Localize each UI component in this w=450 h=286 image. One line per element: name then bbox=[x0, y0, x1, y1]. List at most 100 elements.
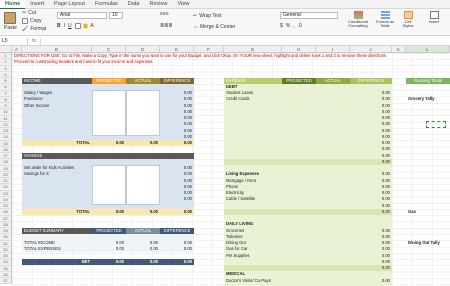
income-projected-input[interactable] bbox=[92, 90, 126, 136]
decimal-icon[interactable]: .0 bbox=[298, 23, 302, 29]
name-box[interactable]: L5 bbox=[0, 37, 28, 45]
clipboard-icon bbox=[4, 12, 17, 24]
tab-insert[interactable]: Insert bbox=[25, 0, 49, 9]
merge-icon: ⇔ bbox=[193, 24, 198, 30]
font-style-group: BIU ▆ A bbox=[57, 23, 94, 29]
expense-difference-value: 0.00 bbox=[381, 159, 390, 164]
formula-bar: L5 fx bbox=[0, 37, 450, 46]
expense-difference-value: 0.00 bbox=[381, 209, 390, 214]
total-actual: 0.00 bbox=[149, 209, 158, 214]
tally-label: Gas bbox=[408, 209, 416, 214]
tab-view[interactable]: View bbox=[173, 0, 195, 9]
wrap-text-button[interactable]: ↵ Wrap Text bbox=[193, 13, 222, 19]
expense-difference-value: 0.00 bbox=[381, 278, 390, 283]
insert-cells-button[interactable]: Insert bbox=[424, 11, 444, 24]
tab-formulas[interactable]: Formulas bbox=[90, 0, 123, 9]
comma-icon[interactable]: , bbox=[293, 23, 294, 29]
formula-input[interactable] bbox=[39, 37, 450, 45]
running-totals-header: Running Totals bbox=[406, 78, 450, 84]
column-header[interactable]: K bbox=[392, 46, 406, 53]
column-header[interactable]: B bbox=[22, 46, 92, 53]
column-header-selected[interactable]: L bbox=[406, 46, 450, 53]
income-actual-input[interactable] bbox=[126, 90, 160, 136]
wrap-icon: ↵ bbox=[193, 13, 198, 19]
conditional-formatting-button[interactable]: Conditional Formatting bbox=[346, 11, 370, 28]
net-value: 0.00 bbox=[183, 259, 192, 264]
conditional-icon bbox=[353, 11, 363, 19]
total-label: TOTAL bbox=[76, 140, 90, 145]
net-value: 0.00 bbox=[115, 259, 124, 264]
column-header[interactable]: F bbox=[194, 46, 224, 53]
number-format-group: $%, .0 bbox=[280, 23, 302, 29]
styles-icon bbox=[403, 11, 413, 19]
summary-value: 0.00 bbox=[149, 246, 158, 251]
column-header[interactable]: G bbox=[224, 46, 282, 53]
format-painter-button[interactable]: 🖌 Format bbox=[22, 26, 46, 32]
align-lines-icon[interactable]: ≡≡≡ bbox=[160, 11, 169, 17]
expense-label: Doctor's Visits/ Co-Pays bbox=[226, 278, 271, 283]
category-label: MEDICAL bbox=[226, 271, 246, 276]
fill-color-icon[interactable]: ▆ bbox=[84, 23, 88, 29]
ribbon-tabs: Home Insert Page Layout Formulas Data Re… bbox=[0, 0, 450, 9]
expense-label: Gas for Car bbox=[226, 246, 248, 251]
font-select[interactable]: Arial bbox=[57, 12, 107, 19]
column-header[interactable]: E bbox=[160, 46, 194, 53]
category-label: DAILY LIVING bbox=[226, 221, 254, 226]
scissors-icon: ✂ bbox=[22, 10, 27, 16]
total-label: TOTAL bbox=[76, 209, 90, 214]
tally-label: Dining Out Tally bbox=[408, 240, 440, 245]
column-header[interactable]: H bbox=[282, 46, 316, 53]
expense-difference-value: 0.00 bbox=[381, 196, 390, 201]
format-as-table-button[interactable]: Format as Table bbox=[374, 11, 396, 28]
net-label: NET bbox=[81, 259, 90, 264]
tab-data[interactable]: Data bbox=[123, 0, 145, 9]
percent-icon[interactable]: % bbox=[286, 23, 290, 29]
font-size-select[interactable]: 10 bbox=[109, 12, 123, 19]
column-header[interactable]: A bbox=[12, 46, 22, 53]
italic-button[interactable]: I bbox=[64, 23, 65, 29]
summary-value: 0.00 bbox=[183, 246, 192, 251]
tab-review[interactable]: Review bbox=[144, 0, 172, 9]
net-value: 0.00 bbox=[149, 259, 158, 264]
brush-icon: 🖌 bbox=[22, 26, 29, 32]
align-top-group: ≡≡≡ bbox=[160, 11, 169, 17]
table-icon bbox=[380, 11, 390, 19]
merge-center-button[interactable]: ⇔ Merge & Center bbox=[193, 24, 235, 30]
paste-button[interactable]: Paste bbox=[4, 12, 17, 31]
summary-label: TOTAL EXPENSES bbox=[24, 246, 61, 251]
copy-button[interactable]: Copy bbox=[22, 18, 42, 24]
cut-button[interactable]: ✂ Cut bbox=[22, 10, 36, 16]
column-header[interactable]: I bbox=[316, 46, 350, 53]
row-header[interactable]: 37 bbox=[0, 278, 12, 285]
savings-actual-input[interactable] bbox=[126, 165, 160, 205]
difference-value: 0.00 bbox=[183, 96, 192, 101]
selected-cell[interactable] bbox=[426, 121, 446, 128]
expense-label: Pet Supplies bbox=[226, 253, 250, 258]
expense-difference-value: 0.00 bbox=[381, 96, 390, 101]
select-all-corner[interactable] bbox=[0, 46, 12, 53]
summary-value: 0.00 bbox=[115, 246, 124, 251]
column-header[interactable]: D bbox=[126, 46, 160, 53]
cell-styles-button[interactable]: Cell Styles bbox=[399, 11, 417, 28]
savings-label: Savings for X bbox=[24, 171, 49, 176]
currency-icon[interactable]: $ bbox=[280, 23, 283, 29]
bold-button[interactable]: B bbox=[57, 23, 61, 29]
align-bottom-group: ≣≣≣ bbox=[160, 23, 173, 29]
align-center-icon[interactable]: ≣≣≣ bbox=[160, 23, 173, 29]
expense-label: Cable / Satellite bbox=[226, 196, 256, 201]
total-projected: 0.00 bbox=[115, 209, 124, 214]
expense-difference-value: 0.00 bbox=[381, 246, 390, 251]
font-color-icon[interactable]: A bbox=[91, 23, 94, 29]
savings-projected-input[interactable] bbox=[92, 165, 126, 205]
tab-page-layout[interactable]: Page Layout bbox=[49, 0, 90, 9]
tab-home[interactable]: Home bbox=[0, 0, 26, 9]
fx-label: fx bbox=[32, 38, 36, 44]
difference-value: 0.00 bbox=[183, 196, 192, 201]
number-format-select[interactable]: General bbox=[280, 12, 338, 19]
insert-icon bbox=[429, 11, 439, 19]
difference-value: 0.00 bbox=[183, 121, 192, 126]
column-header[interactable]: J bbox=[350, 46, 392, 53]
underline-button[interactable]: U bbox=[68, 23, 72, 29]
column-header[interactable]: C bbox=[92, 46, 126, 53]
borders-icon[interactable] bbox=[74, 23, 81, 29]
